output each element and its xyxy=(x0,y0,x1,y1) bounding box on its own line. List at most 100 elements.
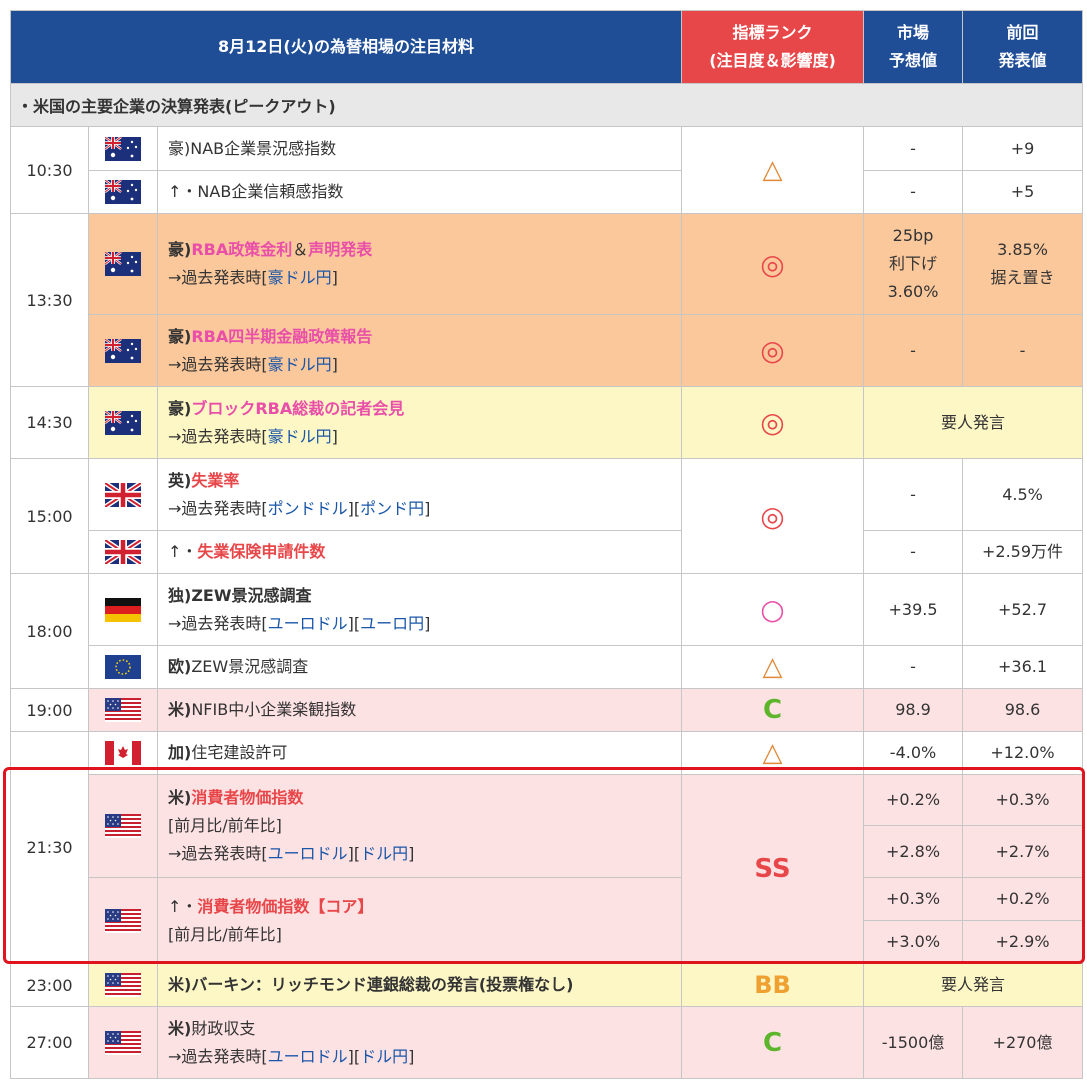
time-cell: 27:00 xyxy=(10,1006,89,1079)
previous-header: 前回 発表値 xyxy=(962,10,1084,84)
rank-cell: ◎ xyxy=(681,314,865,387)
rank-cell: △ xyxy=(681,126,865,214)
event-us-budget-balance: 米)財政収支 →過去発表時[ユーロドル][ドル円] xyxy=(156,1006,683,1079)
section-note: ・米国の主要企業の決算発表(ピークアウト) xyxy=(9,83,1084,127)
time-cell: 15:00 xyxy=(10,458,89,574)
australia-flag-icon xyxy=(88,213,158,315)
forecast-cell: 25bp 利下げ 3.60% xyxy=(863,213,964,315)
rank-cell: △ xyxy=(681,731,865,775)
event-nab-business-confidence: ↑・NAB企業信頼感指数 xyxy=(156,170,683,214)
australia-flag-icon xyxy=(88,314,158,387)
event-nab-business-conditions: 豪)NAB企業景況感指数 xyxy=(156,126,683,171)
previous-cell: - xyxy=(962,314,1084,387)
rank-header: 指標ランク (注目度＆影響度) xyxy=(681,10,865,84)
link-eurusd[interactable]: ユーロドル xyxy=(268,614,348,633)
forecast-header: 市場 予想値 xyxy=(863,10,964,84)
forecast-cell: - xyxy=(863,314,964,387)
time-cell: 19:00 xyxy=(10,688,89,732)
event-uk-unemployment-rate: 英)失業率 →過去発表時[ポンドドル][ポンド円] xyxy=(156,458,683,531)
forecast-cell: - xyxy=(863,530,964,574)
rank-cell: ◎ xyxy=(681,386,865,459)
forecast-cell: -1500億 xyxy=(863,1006,964,1079)
previous-cell: +9 xyxy=(962,126,1084,171)
rank-cell: ◎ xyxy=(681,458,865,574)
previous-cell: +36.1 xyxy=(962,645,1084,689)
event-eurozone-zew: 欧)ZEW景況感調査 xyxy=(156,645,683,689)
rank-cell: C xyxy=(681,1006,865,1079)
previous-cell: +5 xyxy=(962,170,1084,214)
previous-cell: +2.9% xyxy=(962,920,1084,964)
event-us-core-cpi: ↑・消費者物価指数【コア】 [前月比/前年比] xyxy=(156,877,683,964)
previous-cell: +12.0% xyxy=(962,731,1084,775)
note-cell: 要人発言 xyxy=(863,386,1084,459)
forecast-cell: +3.0% xyxy=(863,920,964,964)
event-uk-claimant-count: ↑・失業保険申請件数 xyxy=(156,530,683,574)
previous-cell: 4.5% xyxy=(962,458,1084,531)
link-eurusd[interactable]: ユーロドル xyxy=(268,844,348,863)
note-cell: 要人発言 xyxy=(863,963,1084,1007)
table-title: 8月12日(火)の為替相場の注目材料 xyxy=(9,10,683,84)
australia-flag-icon xyxy=(88,386,158,459)
us-flag-icon xyxy=(88,1006,158,1079)
link-usdjpy[interactable]: ドル円 xyxy=(360,1047,408,1066)
canada-flag-icon xyxy=(88,731,158,775)
forecast-cell: - xyxy=(863,126,964,171)
forecast-cell: -4.0% xyxy=(863,731,964,775)
event-bullock-press-conference: 豪)ブロックRBA総裁の記者会見 →過去発表時[豪ドル円] xyxy=(156,386,683,459)
previous-cell: +52.7 xyxy=(962,573,1084,646)
rank-cell: BB xyxy=(681,963,865,1007)
rank-cell: ◎ xyxy=(681,213,865,315)
link-eurjpy[interactable]: ユーロ円 xyxy=(360,614,424,633)
link-eurusd[interactable]: ユーロドル xyxy=(268,1047,348,1066)
eu-flag-icon xyxy=(88,645,158,689)
previous-cell: +270億 xyxy=(962,1006,1084,1079)
time-cell: 23:00 xyxy=(10,963,89,1007)
link-audjpy[interactable]: 豪ドル円 xyxy=(268,427,332,446)
us-flag-icon xyxy=(88,774,158,878)
previous-cell: +2.7% xyxy=(962,825,1084,878)
rank-cell: SS xyxy=(681,774,865,964)
us-flag-icon xyxy=(88,963,158,1007)
event-us-cpi: 米)消費者物価指数 [前月比/前年比] →過去発表時[ユーロドル][ドル円] xyxy=(156,774,683,878)
uk-flag-icon xyxy=(88,530,158,574)
forecast-cell: - xyxy=(863,170,964,214)
link-audjpy[interactable]: 豪ドル円 xyxy=(268,355,332,374)
link-usdjpy[interactable]: ドル円 xyxy=(360,844,408,863)
previous-cell: 98.6 xyxy=(962,688,1084,732)
time-cell: 18:00 xyxy=(10,573,89,689)
australia-flag-icon xyxy=(88,126,158,171)
previous-cell: +0.2% xyxy=(962,877,1084,921)
link-gbpjpy[interactable]: ポンド円 xyxy=(360,499,424,518)
time-cell: 10:30 xyxy=(10,126,89,214)
forecast-cell: +0.3% xyxy=(863,877,964,921)
rank-cell: ○ xyxy=(681,573,865,646)
previous-cell: +2.59万件 xyxy=(962,530,1084,574)
time-cell: 21:30 xyxy=(10,731,89,964)
previous-cell: 3.85% 据え置き xyxy=(962,213,1084,315)
forecast-cell: +0.2% xyxy=(863,774,964,826)
australia-flag-icon xyxy=(88,170,158,214)
link-gbpusd[interactable]: ポンドドル xyxy=(268,499,348,518)
event-germany-zew: 独)ZEW景況感調査 →過去発表時[ユーロドル][ユーロ円] xyxy=(156,573,683,646)
uk-flag-icon xyxy=(88,458,158,531)
forecast-cell: 98.9 xyxy=(863,688,964,732)
rank-cell: △ xyxy=(681,645,865,689)
germany-flag-icon xyxy=(88,573,158,646)
time-cell: 14:30 xyxy=(10,386,89,459)
schedule-table: 8月12日(火)の為替相場の注目材料 指標ランク (注目度＆影響度) 市場 予想値 … xyxy=(9,10,1084,1079)
event-nfib: 米)NFIB中小企業楽観指数 xyxy=(156,688,683,732)
us-flag-icon xyxy=(88,688,158,732)
forecast-cell: +39.5 xyxy=(863,573,964,646)
link-audjpy[interactable]: 豪ドル円 xyxy=(268,268,332,287)
us-flag-icon xyxy=(88,877,158,964)
rank-cell: C xyxy=(681,688,865,732)
forecast-cell: - xyxy=(863,458,964,531)
event-barkin-speech: 米)バーキン：リッチモンド連銀総裁の発言(投票権なし) xyxy=(156,963,683,1007)
forecast-cell: - xyxy=(863,645,964,689)
event-rba-rate-decision: 豪)RBA政策金利＆声明発表 →過去発表時[豪ドル円] xyxy=(156,213,683,315)
previous-cell: +0.3% xyxy=(962,774,1084,826)
event-canada-building-permits: 加)住宅建設許可 xyxy=(156,731,683,775)
forecast-cell: +2.8% xyxy=(863,825,964,878)
time-cell: 13:30 xyxy=(10,213,89,387)
event-rba-monetary-policy-statement: 豪)RBA四半期金融政策報告 →過去発表時[豪ドル円] xyxy=(156,314,683,387)
